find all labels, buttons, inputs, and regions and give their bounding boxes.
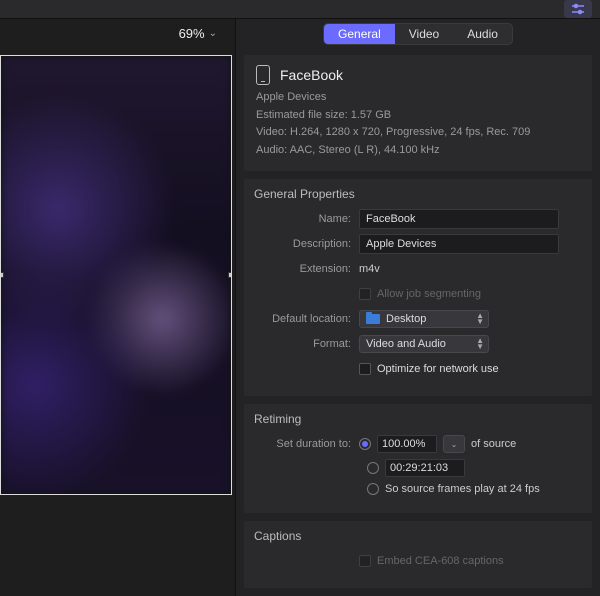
- section-title-retiming: Retiming: [254, 412, 582, 426]
- label-default-location: Default location:: [254, 313, 359, 325]
- summary-filesize: Estimated file size: 1.57 GB: [256, 107, 580, 125]
- summary-video: Video: H.264, 1280 x 720, Progressive, 2…: [256, 124, 580, 142]
- label-set-duration: Set duration to:: [254, 438, 359, 450]
- row-name: Name:: [254, 209, 582, 229]
- summary-audio: Audio: AAC, Stereo (L R), 44.100 kHz: [256, 142, 580, 160]
- folder-icon: [366, 314, 380, 324]
- value-extension: m4v: [359, 263, 380, 275]
- row-description: Description:: [254, 234, 582, 254]
- inspector-tabs: General Video Audio: [323, 23, 513, 45]
- checkbox-embed-captions: [359, 555, 371, 567]
- summary-subtitle: Apple Devices: [256, 89, 580, 107]
- main: 69% ⌄ General Video Audio FaceBook: [0, 19, 600, 596]
- updown-icon: ▲▼: [476, 313, 484, 325]
- summary-block: FaceBook Apple Devices Estimated file si…: [244, 55, 592, 171]
- row-allow-segmenting: Allow job segmenting: [254, 284, 582, 304]
- chevron-down-icon: ⌄: [209, 28, 217, 39]
- label-optimize: Optimize for network use: [377, 363, 499, 375]
- label-allow-segmenting: Allow job segmenting: [377, 288, 481, 300]
- section-general-properties: General Properties Name: Description: Ex…: [244, 179, 592, 396]
- select-format[interactable]: Video and Audio ▲▼: [359, 335, 489, 353]
- tab-video[interactable]: Video: [395, 24, 453, 44]
- section-title-general: General Properties: [254, 187, 582, 201]
- tabs-row: General Video Audio: [236, 19, 600, 47]
- label-extension: Extension:: [254, 263, 359, 275]
- radio-percent[interactable]: [359, 438, 371, 450]
- section-captions: Captions Embed CEA-608 captions: [244, 521, 592, 588]
- resize-handle-left[interactable]: [0, 272, 4, 278]
- inspector-toggle-button[interactable]: [564, 0, 592, 18]
- checkbox-allow-segmenting: [359, 288, 371, 300]
- zoom-control[interactable]: 69% ⌄: [0, 19, 235, 47]
- label-embed-captions: Embed CEA-608 captions: [377, 555, 504, 567]
- input-description[interactable]: [359, 234, 559, 254]
- percent-stepper[interactable]: ⌄: [443, 435, 465, 453]
- row-extension: Extension: m4v: [254, 259, 582, 279]
- tab-audio[interactable]: Audio: [453, 24, 512, 44]
- summary-header: FaceBook: [256, 65, 580, 85]
- label-description: Description:: [254, 238, 359, 250]
- preview-area: [0, 47, 235, 596]
- section-title-captions: Captions: [254, 529, 582, 543]
- summary-lines: Apple Devices Estimated file size: 1.57 …: [256, 89, 580, 159]
- inspector-column: General Video Audio FaceBook Apple Devic…: [235, 19, 600, 596]
- topbar: [0, 0, 600, 19]
- input-timecode[interactable]: [385, 459, 465, 477]
- row-set-duration-percent: Set duration to: ⌄ of source: [254, 434, 582, 454]
- row-timecode: [367, 459, 582, 477]
- radio-frames[interactable]: [367, 483, 379, 495]
- row-frames: So source frames play at 24 fps: [367, 483, 582, 495]
- section-retiming: Retiming Set duration to: ⌄ of source: [244, 404, 592, 513]
- preview-column: 69% ⌄: [0, 19, 235, 596]
- zoom-value: 69%: [179, 26, 205, 41]
- row-format: Format: Video and Audio ▲▼: [254, 334, 582, 354]
- preview-image: [1, 56, 231, 494]
- inspector-body: FaceBook Apple Devices Estimated file si…: [236, 47, 600, 596]
- input-percent[interactable]: [377, 435, 437, 453]
- checkbox-optimize[interactable]: [359, 363, 371, 375]
- row-optimize: Optimize for network use: [254, 359, 582, 379]
- label-of-source: of source: [471, 438, 516, 450]
- label-name: Name:: [254, 213, 359, 225]
- label-frames: So source frames play at 24 fps: [385, 483, 540, 495]
- value-format: Video and Audio: [366, 338, 446, 350]
- input-name[interactable]: [359, 209, 559, 229]
- preview-canvas[interactable]: [0, 55, 232, 495]
- resize-handle-right[interactable]: [228, 272, 232, 278]
- updown-icon: ▲▼: [476, 338, 484, 350]
- select-default-location[interactable]: Desktop ▲▼: [359, 310, 489, 328]
- value-default-location: Desktop: [386, 313, 426, 325]
- label-format: Format:: [254, 338, 359, 350]
- row-embed-captions: Embed CEA-608 captions: [254, 551, 582, 571]
- tab-general[interactable]: General: [324, 24, 395, 44]
- radio-timecode[interactable]: [367, 462, 379, 474]
- row-default-location: Default location: Desktop ▲▼: [254, 309, 582, 329]
- sliders-icon: [570, 3, 586, 15]
- device-icon: [256, 65, 270, 85]
- summary-title: FaceBook: [280, 67, 343, 83]
